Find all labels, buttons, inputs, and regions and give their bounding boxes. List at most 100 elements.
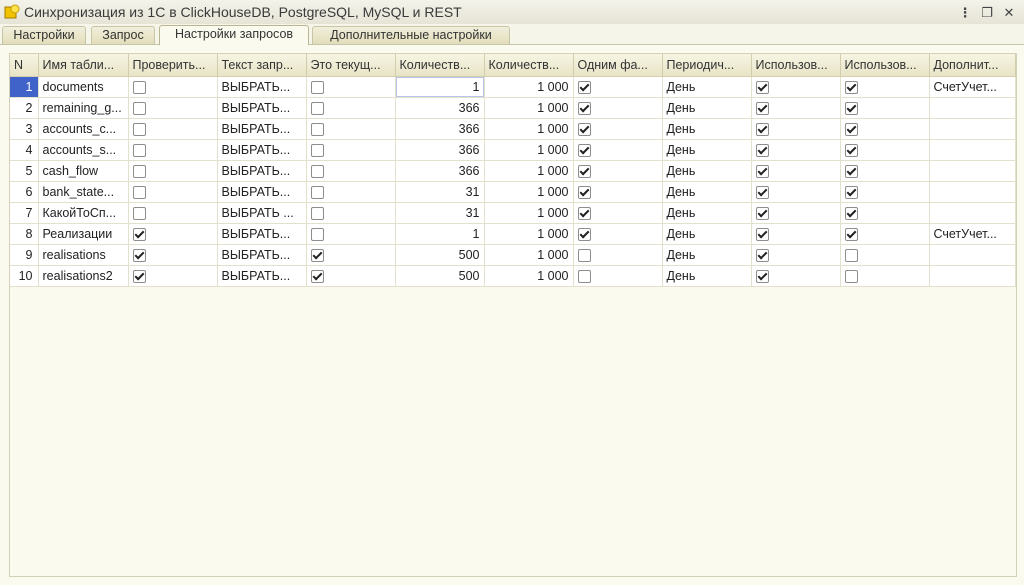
table-row[interactable]: 10 realisations2 ВЫБРАТЬ... 500 1 000 День <box>10 265 1016 287</box>
col-header-use-2[interactable]: Использов... <box>840 54 930 77</box>
quantity-2-cell[interactable]: 1 000 <box>484 97 574 119</box>
additional-cell[interactable] <box>929 202 1016 224</box>
use-1-checkbox[interactable] <box>755 270 769 284</box>
periodicity-cell[interactable]: День <box>662 265 752 287</box>
check-checkbox[interactable] <box>132 144 146 158</box>
table-name-cell[interactable]: Реализации <box>38 223 129 245</box>
use-1-checkbox[interactable] <box>755 102 769 116</box>
quantity-2-cell[interactable]: 1 000 <box>484 118 574 140</box>
quantity-1-cell[interactable]: 500 <box>395 244 485 266</box>
quantity-1-cell[interactable]: 366 <box>395 118 485 140</box>
col-header-quantity-2[interactable]: Количеств... <box>484 54 574 77</box>
check-checkbox[interactable] <box>132 165 146 179</box>
is-current-checkbox[interactable] <box>310 123 324 137</box>
periodicity-cell[interactable]: День <box>662 223 752 245</box>
row-number[interactable]: 8 <box>10 223 39 245</box>
use-1-checkbox[interactable] <box>755 144 769 158</box>
query-text-cell[interactable]: ВЫБРАТЬ... <box>217 139 307 161</box>
table-row[interactable]: 4 accounts_s... ВЫБРАТЬ... 366 1 000 День <box>10 139 1016 161</box>
one-file-checkbox[interactable] <box>577 249 591 263</box>
periodicity-cell[interactable]: День <box>662 97 752 119</box>
table-name-cell[interactable]: realisations <box>38 244 129 266</box>
query-text-cell[interactable]: ВЫБРАТЬ... <box>217 244 307 266</box>
use-2-checkbox[interactable] <box>844 207 858 221</box>
one-file-checkbox[interactable] <box>577 144 591 158</box>
quantity-2-cell[interactable]: 1 000 <box>484 139 574 161</box>
query-text-cell[interactable]: ВЫБРАТЬ... <box>217 76 307 98</box>
use-2-checkbox[interactable] <box>844 270 858 284</box>
row-number[interactable]: 5 <box>10 160 39 182</box>
query-text-cell[interactable]: ВЫБРАТЬ ... <box>217 202 307 224</box>
is-current-checkbox[interactable] <box>310 207 324 221</box>
table-row[interactable]: 6 bank_state... ВЫБРАТЬ... 31 1 000 День <box>10 181 1016 203</box>
more-icon[interactable]: ⋮ <box>956 4 974 20</box>
periodicity-cell[interactable]: День <box>662 160 752 182</box>
query-text-cell[interactable]: ВЫБРАТЬ... <box>217 97 307 119</box>
check-checkbox[interactable] <box>132 102 146 116</box>
is-current-checkbox[interactable] <box>310 165 324 179</box>
additional-cell[interactable] <box>929 265 1016 287</box>
quantity-2-cell[interactable]: 1 000 <box>484 202 574 224</box>
additional-cell[interactable] <box>929 97 1016 119</box>
table-row[interactable]: 5 cash_flow ВЫБРАТЬ... 366 1 000 День <box>10 160 1016 182</box>
table-row[interactable]: 3 accounts_c... ВЫБРАТЬ... 366 1 000 День <box>10 118 1016 140</box>
col-header-is-current[interactable]: Это текущ... <box>306 54 396 77</box>
periodicity-cell[interactable]: День <box>662 76 752 98</box>
table-row[interactable]: 1 documents ВЫБРАТЬ... 1 1 000 День СчетУчет..… <box>10 76 1016 98</box>
row-number[interactable]: 6 <box>10 181 39 203</box>
one-file-checkbox[interactable] <box>577 270 591 284</box>
check-checkbox[interactable] <box>132 207 146 221</box>
table-row[interactable]: 2 remaining_g... ВЫБРАТЬ... 366 1 000 День <box>10 97 1016 119</box>
quantity-2-cell[interactable]: 1 000 <box>484 76 574 98</box>
quantity-1-cell[interactable]: 500 <box>395 265 485 287</box>
use-1-checkbox[interactable] <box>755 81 769 95</box>
table-name-cell[interactable]: accounts_c... <box>38 118 129 140</box>
use-1-checkbox[interactable] <box>755 165 769 179</box>
row-number[interactable]: 7 <box>10 202 39 224</box>
col-header-query-text[interactable]: Текст запр... <box>217 54 307 77</box>
use-2-checkbox[interactable] <box>844 228 858 242</box>
quantity-2-cell[interactable]: 1 000 <box>484 265 574 287</box>
check-checkbox[interactable] <box>132 270 146 284</box>
table-name-cell[interactable]: bank_state... <box>38 181 129 203</box>
quantity-2-cell[interactable]: 1 000 <box>484 223 574 245</box>
is-current-checkbox[interactable] <box>310 270 324 284</box>
quantity-1-cell[interactable]: 31 <box>395 202 485 224</box>
col-header-table-name[interactable]: Имя табли... <box>38 54 129 77</box>
use-2-checkbox[interactable] <box>844 123 858 137</box>
quantity-2-cell[interactable]: 1 000 <box>484 160 574 182</box>
one-file-checkbox[interactable] <box>577 186 591 200</box>
additional-cell[interactable] <box>929 118 1016 140</box>
col-header-additional[interactable]: Дополнит... <box>929 54 1016 77</box>
one-file-checkbox[interactable] <box>577 102 591 116</box>
check-checkbox[interactable] <box>132 123 146 137</box>
check-checkbox[interactable] <box>132 249 146 263</box>
use-2-checkbox[interactable] <box>844 144 858 158</box>
quantity-2-cell[interactable]: 1 000 <box>484 181 574 203</box>
quantity-1-cell[interactable]: 1 <box>395 223 485 245</box>
use-2-checkbox[interactable] <box>844 165 858 179</box>
is-current-checkbox[interactable] <box>310 144 324 158</box>
quantity-1-cell[interactable]: 1 <box>395 76 485 98</box>
is-current-checkbox[interactable] <box>310 186 324 200</box>
col-header-n[interactable]: N <box>10 54 39 77</box>
additional-cell[interactable] <box>929 160 1016 182</box>
table-name-cell[interactable]: cash_flow <box>38 160 129 182</box>
table-row[interactable]: 7 КакойТоСп... ВЫБРАТЬ ... 31 1 000 День <box>10 202 1016 224</box>
table-name-cell[interactable]: realisations2 <box>38 265 129 287</box>
periodicity-cell[interactable]: День <box>662 244 752 266</box>
use-1-checkbox[interactable] <box>755 249 769 263</box>
periodicity-cell[interactable]: День <box>662 118 752 140</box>
check-checkbox[interactable] <box>132 228 146 242</box>
check-checkbox[interactable] <box>132 186 146 200</box>
additional-cell[interactable] <box>929 181 1016 203</box>
quantity-1-cell[interactable]: 366 <box>395 139 485 161</box>
restore-icon[interactable]: ❐ <box>978 4 996 20</box>
query-text-cell[interactable]: ВЫБРАТЬ... <box>217 181 307 203</box>
tab-additional-settings[interactable]: Дополнительные настройки <box>312 26 510 44</box>
one-file-checkbox[interactable] <box>577 123 591 137</box>
periodicity-cell[interactable]: День <box>662 181 752 203</box>
additional-cell[interactable] <box>929 244 1016 266</box>
table-name-cell[interactable]: documents <box>38 76 129 98</box>
quantity-1-cell[interactable]: 366 <box>395 160 485 182</box>
